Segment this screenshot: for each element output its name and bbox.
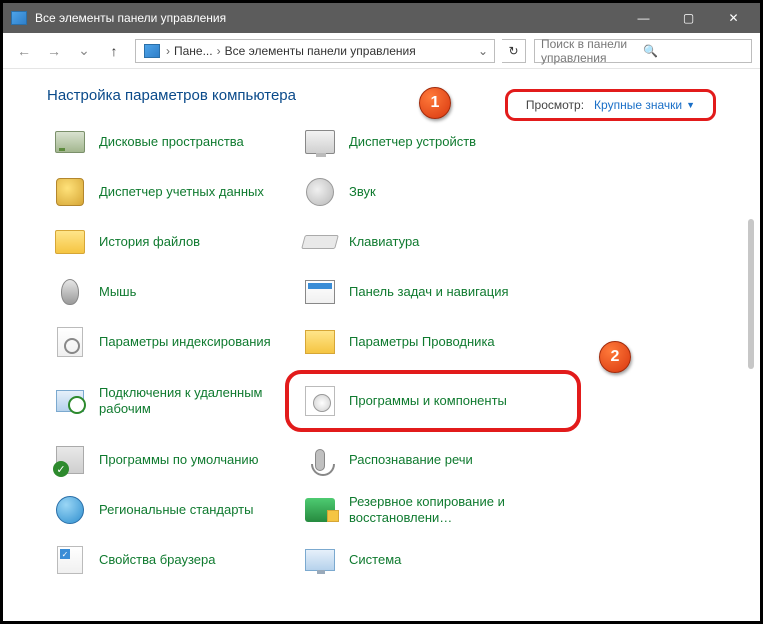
recent-dropdown[interactable]: ⌄ — [71, 38, 97, 64]
item-label: Диспетчер учетных данных — [99, 184, 264, 200]
item-explorer-options[interactable]: Параметры Проводника — [303, 322, 563, 362]
device-manager-icon — [303, 125, 337, 159]
indexing-icon — [53, 325, 87, 359]
file-history-icon — [53, 225, 87, 259]
address-dropdown-icon[interactable]: ⌄ — [476, 44, 490, 58]
item-disk-spaces[interactable]: Дисковые пространства — [53, 122, 283, 162]
item-default-programs[interactable]: Программы по умолчанию — [53, 440, 283, 480]
speech-icon — [303, 443, 337, 477]
minimize-button[interactable]: — — [621, 3, 666, 33]
region-icon — [53, 493, 87, 527]
mouse-icon — [53, 275, 87, 309]
chevron-icon: › — [164, 44, 172, 58]
callout-badge-2: 2 — [599, 341, 631, 373]
content-area: Дисковые пространства Диспетчер устройст… — [3, 116, 760, 608]
item-device-manager[interactable]: Диспетчер устройств — [303, 122, 563, 162]
item-backup-restore[interactable]: Резервное копирование и восстановлени… — [303, 490, 563, 530]
item-label: Звук — [349, 184, 376, 200]
item-label: Подключения к удаленным рабочим — [99, 385, 283, 416]
breadcrumb-segment[interactable]: Все элементы панели управления — [223, 44, 418, 58]
address-icon — [144, 44, 160, 58]
item-label: Дисковые пространства — [99, 134, 244, 150]
item-indexing-options[interactable]: Параметры индексирования — [53, 322, 283, 362]
nav-toolbar: ← → ⌄ ↑ › Пане... › Все элементы панели … — [3, 33, 760, 69]
item-credential-manager[interactable]: Диспетчер учетных данных — [53, 172, 283, 212]
search-placeholder: Поиск в панели управления — [541, 37, 643, 65]
explorer-options-icon — [303, 325, 337, 359]
programs-icon — [303, 384, 337, 418]
item-label: Распознавание речи — [349, 452, 473, 468]
default-programs-icon — [53, 443, 87, 477]
disk-spaces-icon — [53, 125, 87, 159]
control-panel-icon — [11, 11, 27, 25]
titlebar: Все элементы панели управления — ▢ ✕ — [3, 3, 760, 33]
chevron-down-icon: ▼ — [686, 100, 695, 110]
item-label: Программы по умолчанию — [99, 452, 258, 468]
page-title: Настройка параметров компьютера — [47, 87, 296, 104]
window-title: Все элементы панели управления — [35, 11, 621, 25]
item-mouse[interactable]: Мышь — [53, 272, 283, 312]
callout-badge-1: 1 — [419, 87, 451, 119]
item-file-history[interactable]: История файлов — [53, 222, 283, 262]
item-system[interactable]: Система — [303, 540, 563, 580]
search-icon: 🔍 — [643, 44, 745, 58]
item-label: Региональные стандарты — [99, 502, 253, 518]
item-label: Резервное копирование и восстановлени… — [349, 494, 563, 525]
search-input[interactable]: Поиск в панели управления 🔍 — [534, 39, 752, 63]
chevron-icon: › — [215, 44, 223, 58]
item-label: Параметры Проводника — [349, 334, 495, 350]
view-by-value[interactable]: Крупные значки ▼ — [594, 98, 695, 112]
close-button[interactable]: ✕ — [711, 3, 756, 33]
address-bar[interactable]: › Пане... › Все элементы панели управлен… — [135, 39, 495, 63]
item-label: История файлов — [99, 234, 200, 250]
remote-desktop-icon — [53, 384, 87, 418]
maximize-button[interactable]: ▢ — [666, 3, 711, 33]
back-button[interactable]: ← — [11, 38, 37, 64]
item-label: Параметры индексирования — [99, 334, 271, 350]
backup-icon — [303, 493, 337, 527]
scrollbar-thumb[interactable] — [748, 219, 754, 369]
breadcrumb-segment[interactable]: Пане... — [172, 44, 215, 58]
item-sound[interactable]: Звук — [303, 172, 563, 212]
refresh-button[interactable]: ↻ — [502, 39, 526, 63]
taskbar-icon — [303, 275, 337, 309]
view-by-label: Просмотр: — [526, 98, 584, 112]
item-taskbar-navigation[interactable]: Панель задач и навигация — [303, 272, 563, 312]
item-label: Панель задач и навигация — [349, 284, 509, 300]
item-remote-desktop[interactable]: Подключения к удаленным рабочим — [53, 372, 283, 430]
keyboard-icon — [303, 225, 337, 259]
item-label: Система — [349, 552, 401, 568]
item-label: Клавиатура — [349, 234, 419, 250]
credential-manager-icon — [53, 175, 87, 209]
item-speech-recognition[interactable]: Распознавание речи — [303, 440, 563, 480]
browser-properties-icon — [53, 543, 87, 577]
item-programs-and-features[interactable]: Программы и компоненты — [289, 374, 577, 428]
up-button[interactable]: ↑ — [101, 38, 127, 64]
item-label: Диспетчер устройств — [349, 134, 476, 150]
item-browser-properties[interactable]: Свойства браузера — [53, 540, 283, 580]
item-region[interactable]: Региональные стандарты — [53, 490, 283, 530]
item-label: Программы и компоненты — [349, 393, 507, 409]
item-label: Свойства браузера — [99, 552, 215, 568]
sound-icon — [303, 175, 337, 209]
system-icon — [303, 543, 337, 577]
item-keyboard[interactable]: Клавиатура — [303, 222, 563, 262]
forward-button[interactable]: → — [41, 38, 67, 64]
item-label: Мышь — [99, 284, 136, 300]
